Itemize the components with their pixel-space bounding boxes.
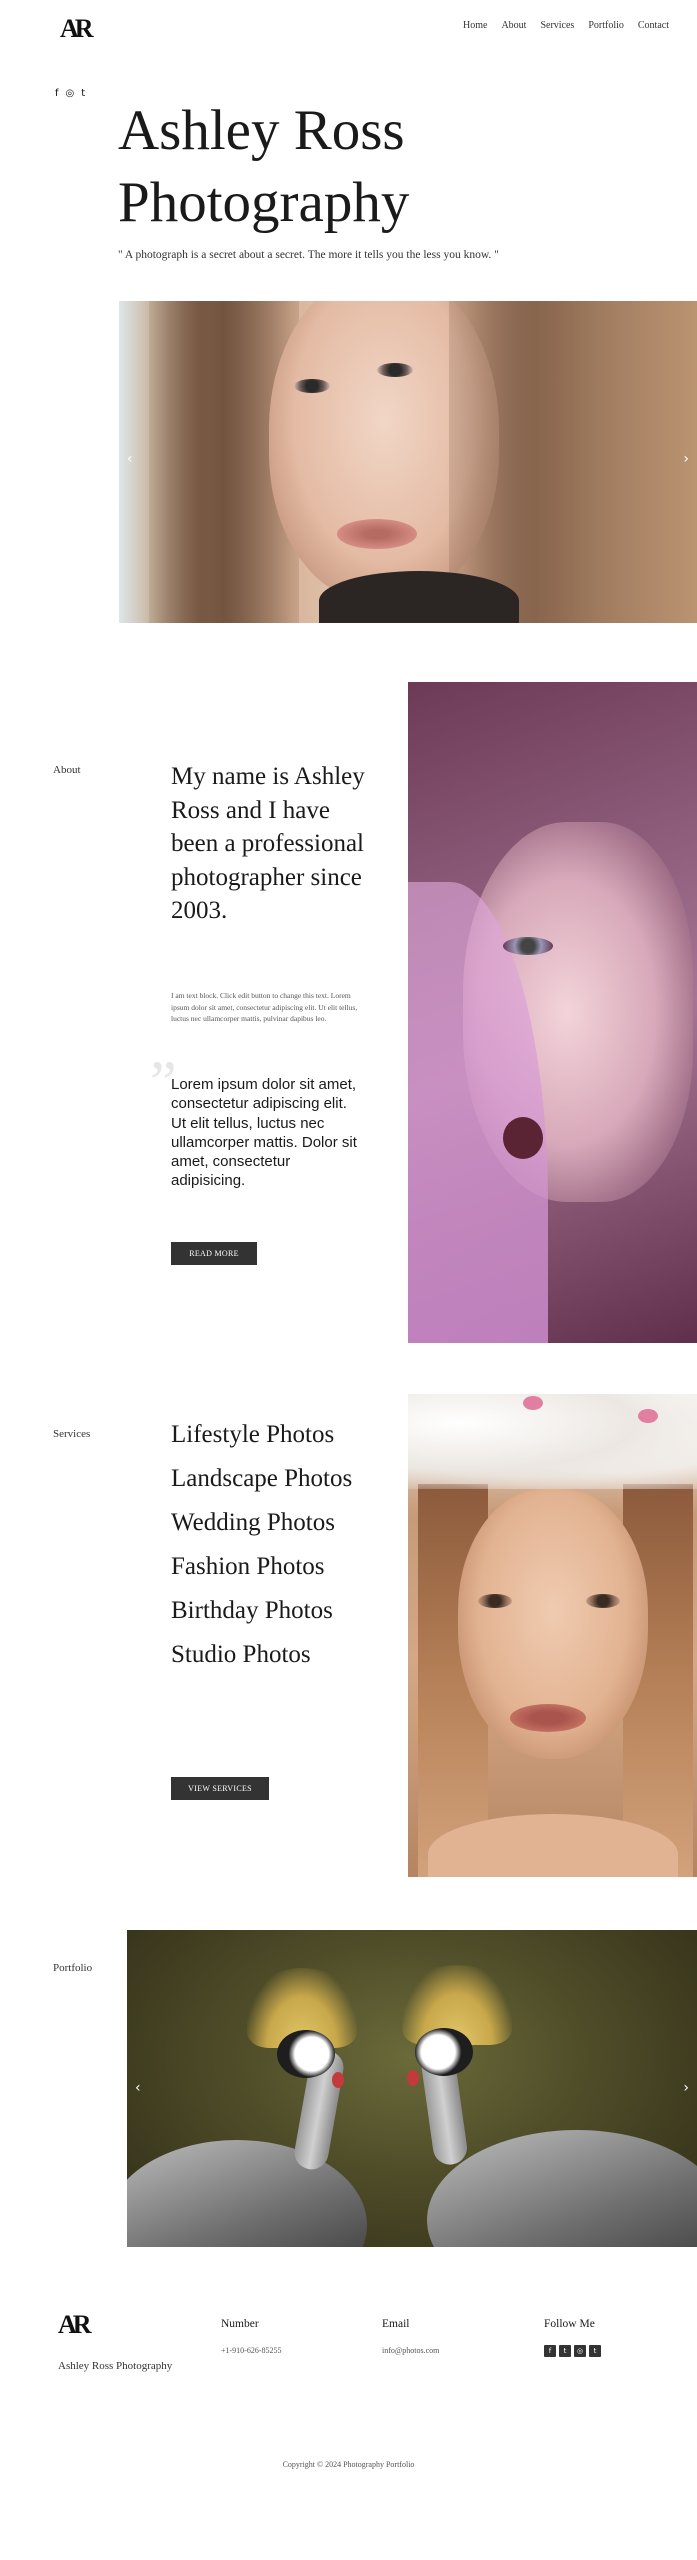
about-portrait-image (408, 682, 697, 1343)
hero-title: Ashley Ross Photography (118, 95, 578, 239)
eye-shape (294, 379, 330, 393)
footer-logo[interactable]: AR (58, 2310, 92, 2340)
footer-follow-title: Follow Me (544, 2318, 595, 2330)
social-links: f ◎ t (55, 88, 85, 99)
services-section-label: Services (53, 1428, 91, 1440)
service-item[interactable]: Lifestyle Photos (171, 1418, 381, 1451)
footer-number-title: Number (221, 2318, 259, 2330)
hero-portrait-image: ‹ › (119, 301, 697, 623)
nav-services[interactable]: Services (540, 20, 574, 31)
about-quote: Lorem ipsum dolor sit amet, consectetur … (171, 1076, 357, 1190)
nav-portfolio[interactable]: Portfolio (588, 20, 624, 31)
hero-quote: " A photograph is a secret about a secre… (118, 249, 499, 261)
flower-shape (523, 1396, 543, 1410)
bird-head-shape (277, 2030, 335, 2078)
flower-shape (638, 1409, 658, 1423)
portfolio-prev-arrow-icon[interactable]: ‹ (135, 2080, 141, 2096)
about-section-label: About (53, 764, 81, 776)
service-item[interactable]: Studio Photos (171, 1638, 381, 1671)
hero-title-line2: Photography (118, 171, 410, 234)
facebook-icon[interactable]: f (55, 88, 59, 99)
slider-prev-arrow-icon[interactable]: ‹ (127, 451, 133, 467)
nav-contact[interactable]: Contact (638, 20, 669, 31)
bird-wattle-shape (407, 2070, 419, 2086)
copyright-text: Copyright © 2024 Photography Portfolio (282, 2460, 415, 2469)
fur-collar-shape (319, 571, 519, 623)
footer-email[interactable]: info@photos.com (382, 2346, 439, 2355)
eye-shape (503, 937, 553, 955)
site-logo[interactable]: AR (60, 14, 94, 44)
portfolio-section-label: Portfolio (53, 1962, 93, 1974)
footer-social-links: f t ◎ t (544, 2345, 601, 2357)
service-item[interactable]: Fashion Photos (171, 1550, 381, 1583)
flower-crown-shape (408, 1394, 697, 1489)
service-item[interactable]: Wedding Photos (171, 1506, 381, 1539)
main-nav: Home About Services Portfolio Contact (463, 20, 669, 31)
service-item[interactable]: Birthday Photos (171, 1594, 381, 1627)
hair-shape (449, 301, 697, 623)
services-portrait-image (408, 1394, 697, 1877)
about-body-text: I am text block. Click edit button to ch… (171, 991, 358, 1023)
footer-tagline: Ashley Ross Photography (58, 2360, 173, 2372)
service-item[interactable]: Landscape Photos (171, 1462, 381, 1495)
nav-about[interactable]: About (501, 20, 526, 31)
footer-email-title: Email (382, 2318, 410, 2330)
instagram-icon[interactable]: ◎ (66, 88, 75, 99)
eye-shape (586, 1594, 620, 1608)
portfolio-slider-image: ‹ › (127, 1930, 697, 2247)
view-services-button[interactable]: VIEW SERVICES (171, 1777, 269, 1800)
footer-phone[interactable]: +1-910-626-85255 (221, 2346, 282, 2355)
bird-body-shape (127, 2140, 367, 2247)
twitter-icon[interactable]: t (559, 2345, 571, 2357)
bird-head-shape (415, 2028, 473, 2076)
lips-shape (503, 1117, 543, 1159)
portfolio-next-arrow-icon[interactable]: › (683, 2080, 689, 2096)
services-list: Lifestyle Photos Landscape Photos Weddin… (171, 1418, 381, 1682)
read-more-button[interactable]: READ MORE (171, 1242, 257, 1265)
eye-shape (478, 1594, 512, 1608)
instagram-icon[interactable]: ◎ (574, 2345, 586, 2357)
slider-next-arrow-icon[interactable]: › (683, 451, 689, 467)
nav-home[interactable]: Home (463, 20, 487, 31)
lips-shape (337, 519, 417, 549)
facebook-icon[interactable]: f (544, 2345, 556, 2357)
eye-shape (377, 363, 413, 377)
lips-shape (510, 1704, 586, 1732)
tumblr-icon[interactable]: t (589, 2345, 601, 2357)
bird-body-shape (427, 2130, 697, 2247)
about-heading: My name is Ashley Ross and I have been a… (171, 763, 365, 924)
bird-wattle-shape (332, 2072, 344, 2088)
tumblr-icon[interactable]: t (81, 88, 85, 99)
hero-title-line1: Ashley Ross (118, 99, 405, 162)
